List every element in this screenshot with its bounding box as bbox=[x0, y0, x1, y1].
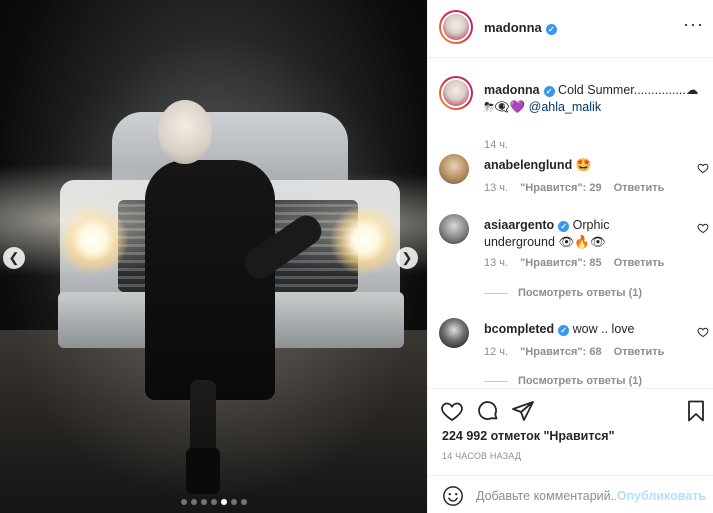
commenter-avatar[interactable] bbox=[439, 214, 469, 244]
heart-icon[interactable] bbox=[697, 326, 709, 338]
heart-icon[interactable] bbox=[440, 399, 464, 423]
reply-button[interactable]: Ответить bbox=[614, 182, 665, 194]
view-replies-button[interactable]: Посмотреть ответы (1) bbox=[484, 375, 642, 387]
comment-time: 13 ч. bbox=[484, 182, 509, 194]
comment-likes[interactable]: "Нравится": 85 bbox=[520, 257, 601, 269]
carousel-dot bbox=[220, 499, 227, 505]
caption-avatar[interactable] bbox=[439, 76, 473, 110]
carousel-dot bbox=[240, 499, 247, 505]
caption-mention[interactable]: @ahla_malik bbox=[529, 100, 601, 114]
comment-input[interactable] bbox=[476, 485, 616, 507]
comment-meta: 13 ч. "Нравится": 29 Ответить bbox=[484, 182, 664, 194]
comment-icon[interactable] bbox=[476, 399, 500, 423]
comment-meta: 13 ч. "Нравится": 85 Ответить bbox=[484, 257, 664, 269]
caption-timestamp: 14 ч. bbox=[484, 139, 509, 151]
caption-text: madonna ✓ Cold Summer...............☁ ⛈👁‍… bbox=[484, 82, 704, 116]
emoji-icon[interactable] bbox=[442, 485, 464, 507]
comment-likes[interactable]: "Нравится": 29 bbox=[520, 182, 601, 194]
comment-body: wow .. love bbox=[572, 322, 635, 336]
verified-badge-icon: ✓ bbox=[558, 221, 570, 232]
more-options-icon[interactable]: ··· bbox=[683, 14, 704, 35]
comment-text: anabelenglund 🤩 bbox=[484, 157, 674, 174]
comment-likes[interactable]: "Нравится": 68 bbox=[520, 346, 601, 358]
view-replies-button[interactable]: Посмотреть ответы (1) bbox=[484, 287, 642, 299]
carousel-dot bbox=[210, 499, 217, 505]
share-icon[interactable] bbox=[511, 399, 535, 423]
person-coat bbox=[145, 160, 275, 400]
commenter-avatar[interactable] bbox=[439, 318, 469, 348]
person-boot bbox=[186, 448, 220, 494]
carousel-dot bbox=[200, 499, 207, 505]
avatar[interactable] bbox=[439, 10, 473, 44]
add-comment-bar: Опубликовать bbox=[428, 475, 713, 513]
heart-icon[interactable] bbox=[697, 222, 709, 234]
header-username[interactable]: madonna ✓ bbox=[484, 20, 557, 35]
reply-button[interactable]: Ответить bbox=[614, 257, 665, 269]
likes-count[interactable]: 224 992 отметок "Нравится" bbox=[442, 429, 615, 443]
comment-body: 🤩 bbox=[575, 158, 592, 172]
comment-meta: 12 ч. "Нравится": 68 Ответить bbox=[484, 346, 664, 358]
chevron-left-icon[interactable]: ❮ bbox=[3, 247, 25, 269]
publish-button[interactable]: Опубликовать bbox=[617, 489, 706, 503]
post-actions: 224 992 отметок "Нравится" 14 ЧАСОВ НАЗА… bbox=[428, 388, 713, 513]
post-photo[interactable]: ❮ ❯ bbox=[0, 0, 427, 513]
comment-username[interactable]: bcompleted bbox=[484, 322, 554, 336]
post-timestamp: 14 ЧАСОВ НАЗАД bbox=[442, 451, 522, 461]
comment-time: 13 ч. bbox=[484, 257, 509, 269]
comment-username[interactable]: asiaargento bbox=[484, 218, 554, 232]
post-sidebar: madonna ✓ ··· madonna ✓ Cold Summer.......… bbox=[427, 0, 713, 513]
heart-icon[interactable] bbox=[697, 162, 709, 174]
chevron-right-icon[interactable]: ❯ bbox=[396, 247, 418, 269]
verified-badge-icon: ✓ bbox=[558, 325, 570, 336]
comment-time: 12 ч. bbox=[484, 346, 509, 358]
commenter-avatar[interactable] bbox=[439, 154, 469, 184]
verified-badge-icon: ✓ bbox=[545, 24, 557, 35]
carousel-dot bbox=[230, 499, 237, 505]
person-head bbox=[158, 100, 212, 164]
caption-username[interactable]: madonna bbox=[484, 83, 540, 97]
reply-button[interactable]: Ответить bbox=[614, 346, 665, 358]
comment-text: bcompleted ✓ wow .. love bbox=[484, 321, 674, 338]
bookmark-icon[interactable] bbox=[684, 399, 708, 423]
post-header: madonna ✓ ··· bbox=[428, 0, 713, 58]
comment-username[interactable]: anabelenglund bbox=[484, 158, 572, 172]
carousel-dot bbox=[190, 499, 197, 505]
comment-text: asiaargento ✓ Orphic underground 👁🔥👁 bbox=[484, 217, 674, 251]
carousel-dot bbox=[180, 499, 187, 505]
carousel-dots bbox=[0, 499, 427, 505]
comments-list[interactable]: madonna ✓ Cold Summer...............☁ ⛈👁‍… bbox=[428, 58, 713, 388]
verified-badge-icon: ✓ bbox=[543, 86, 555, 97]
